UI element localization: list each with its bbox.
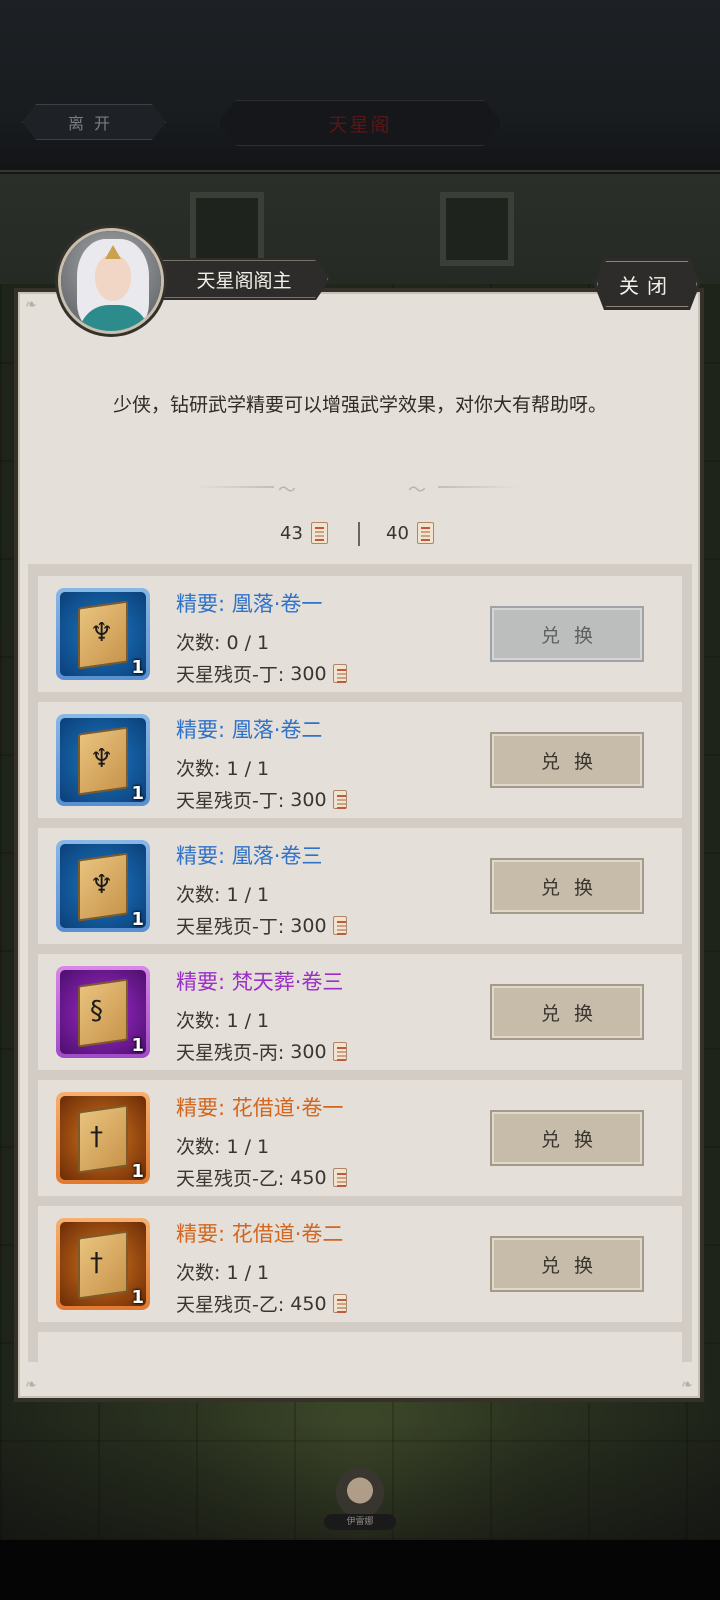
scene-window xyxy=(440,192,514,266)
npc-tag: 伊雷娜 xyxy=(324,1514,396,1530)
list-item: ♆ 1 精要: 凰落·卷一 次数: 0 / 1 天星残页-丁: 300 兑换 xyxy=(38,576,682,692)
item-name: 精要: 凰落·卷三 xyxy=(176,844,323,868)
list-item: † 1 精要: 花借道·卷一 次数: 1 / 1 天星残页-乙: 450 兑换 xyxy=(38,1080,682,1196)
location-title: 天星阁 xyxy=(218,100,502,146)
item-name: 精要: 凰落·卷二 xyxy=(176,718,323,742)
item-name: 精要: 花借道·卷一 xyxy=(176,1096,344,1120)
item-cost: 天星残页-丁: 300 xyxy=(176,912,347,939)
item-name: 精要: 梵天葬·卷三 xyxy=(176,970,344,994)
currency-2: 40 xyxy=(386,522,434,544)
item-count: 次数: 1 / 1 xyxy=(176,1136,270,1158)
corner-ornament-icon: ❧ xyxy=(681,1377,693,1393)
item-name: 精要: 凰落·卷一 xyxy=(176,592,323,616)
item-icon[interactable]: † 1 xyxy=(56,1092,150,1184)
divider-ornament-icon: ～ xyxy=(408,480,426,501)
currency-separator xyxy=(358,522,360,546)
scroll-page-icon xyxy=(332,664,347,683)
top-bar: 离开 天星阁 xyxy=(0,0,720,172)
list-item: ♆ 1 精要: 凰落·卷三 次数: 1 / 1 天星残页-丁: 300 兑换 xyxy=(38,828,682,944)
item-count: 次数: 0 / 1 xyxy=(176,632,270,654)
exchange-button[interactable]: 兑换 xyxy=(490,732,644,788)
item-icon[interactable]: ♆ 1 xyxy=(56,714,150,806)
item-icon[interactable]: ♆ 1 xyxy=(56,588,150,680)
currency-amount: 43 xyxy=(280,522,303,544)
item-count: 次数: 1 / 1 xyxy=(176,1010,270,1032)
scene-window xyxy=(190,192,264,266)
exchange-button[interactable]: 兑换 xyxy=(490,1236,644,1292)
item-cost: 天星残页-乙: 450 xyxy=(176,1290,347,1317)
exchange-button[interactable]: 兑换 xyxy=(490,1110,644,1166)
item-icon[interactable]: ♆ 1 xyxy=(56,840,150,932)
item-cost: 天星残页-丙: 300 xyxy=(176,1038,347,1065)
divider-ornament-icon: ～ xyxy=(278,480,296,501)
item-count: 次数: 1 / 1 xyxy=(176,1262,270,1284)
item-quantity: 1 xyxy=(131,909,144,930)
dragon-icon: § xyxy=(90,996,103,1026)
phoenix-icon: ♆ xyxy=(90,870,114,900)
item-icon[interactable]: § 1 xyxy=(56,966,150,1058)
currency-1: 43 xyxy=(280,522,328,544)
item-count: 次数: 1 / 1 xyxy=(176,758,270,780)
item-quantity: 1 xyxy=(131,783,144,804)
divider xyxy=(438,486,520,488)
list-item: § 1 精要: 梵天葬·卷三 次数: 1 / 1 天星残页-丙: 300 兑换 xyxy=(38,954,682,1070)
item-quantity: 1 xyxy=(131,657,144,678)
item-cost: 天星残页-丁: 300 xyxy=(176,660,347,687)
item-cost: 天星残页-乙: 450 xyxy=(176,1164,347,1191)
divider xyxy=(196,486,274,488)
bottom-npc[interactable]: 伊雷娜 xyxy=(322,1468,398,1530)
system-nav-bar xyxy=(0,1540,720,1600)
npc-dialog-text: 少侠，钻研武学精要可以增强武学效果，对你大有帮助呀。 xyxy=(112,394,607,416)
scroll-page-icon xyxy=(310,522,328,544)
corner-ornament-icon: ❧ xyxy=(25,297,37,313)
exchange-button[interactable]: 兑换 xyxy=(490,984,644,1040)
list-item-partial xyxy=(38,1332,682,1362)
item-quantity: 1 xyxy=(131,1161,144,1182)
phoenix-icon: ♆ xyxy=(90,744,114,774)
scroll-page-icon xyxy=(416,522,434,544)
npc-avatar xyxy=(58,228,164,334)
npc-name: 天星阁阁主 xyxy=(158,258,330,300)
currency-amount: 40 xyxy=(386,522,409,544)
scroll-page-icon xyxy=(332,916,347,935)
item-count: 次数: 1 / 1 xyxy=(176,884,270,906)
sword-icon: † xyxy=(90,1248,103,1278)
sword-icon: † xyxy=(90,1122,103,1152)
scroll-page-icon xyxy=(332,1042,347,1061)
scroll-page-icon xyxy=(332,1294,347,1313)
item-icon[interactable]: † 1 xyxy=(56,1218,150,1310)
phoenix-icon: ♆ xyxy=(90,618,114,648)
leave-button[interactable]: 离开 xyxy=(22,104,166,140)
list-item: ♆ 1 精要: 凰落·卷二 次数: 1 / 1 天星残页-丁: 300 兑换 xyxy=(38,702,682,818)
exchange-button[interactable]: 兑换 xyxy=(490,858,644,914)
item-cost: 天星残页-丁: 300 xyxy=(176,786,347,813)
scroll-page-icon xyxy=(332,790,347,809)
item-quantity: 1 xyxy=(131,1035,144,1056)
item-quantity: 1 xyxy=(131,1287,144,1308)
close-button[interactable]: 关闭 xyxy=(594,258,700,310)
scroll-page-icon xyxy=(332,1168,347,1187)
npc-portrait-icon xyxy=(336,1468,384,1518)
item-name: 精要: 花借道·卷二 xyxy=(176,1222,344,1246)
list-item: † 1 精要: 花借道·卷二 次数: 1 / 1 天星残页-乙: 450 兑换 xyxy=(38,1206,682,1322)
exchange-button[interactable]: 兑换 xyxy=(490,606,644,662)
corner-ornament-icon: ❧ xyxy=(25,1377,37,1393)
exchange-list[interactable]: ♆ 1 精要: 凰落·卷一 次数: 0 / 1 天星残页-丁: 300 兑换 ♆ … xyxy=(28,564,692,1362)
